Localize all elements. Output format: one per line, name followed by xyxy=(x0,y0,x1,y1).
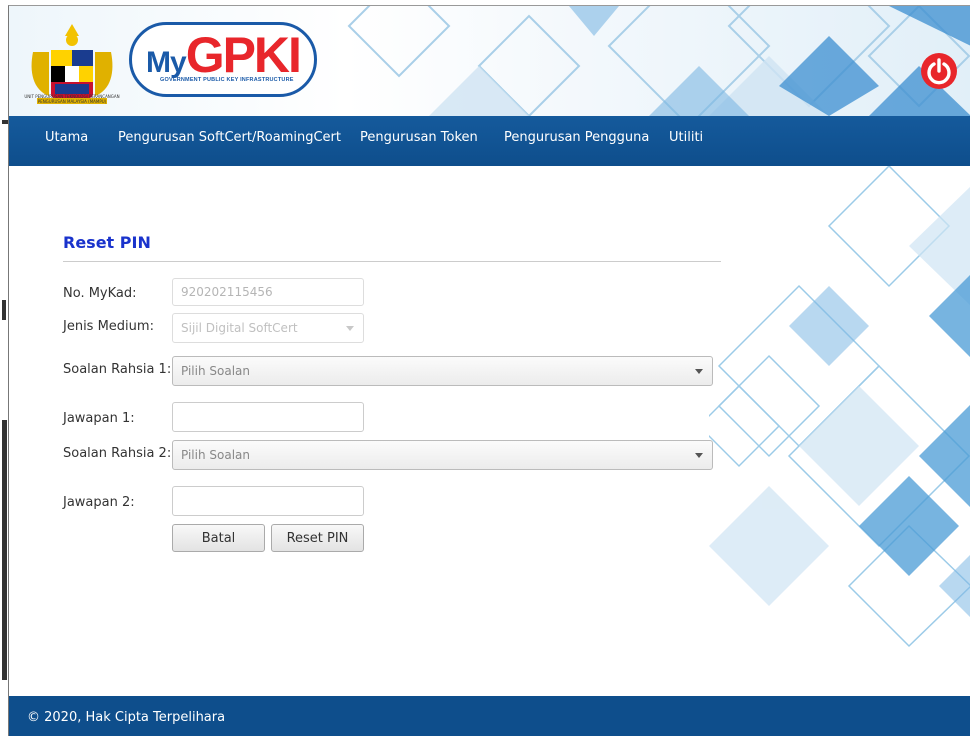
power-icon xyxy=(927,58,951,85)
soalan-rahsia-2-select[interactable]: Pilih Soalan xyxy=(172,440,713,470)
logo-brand: GPKI xyxy=(185,27,302,83)
edge-mark xyxy=(2,420,7,680)
jawapan-2-input[interactable] xyxy=(172,486,364,516)
main-navbar: Utama Pengurusan SoftCert/RoamingCert Pe… xyxy=(9,116,970,166)
nav-item-utiliti[interactable]: Utiliti xyxy=(669,116,703,166)
logo-subtitle: GOVERNMENT PUBLIC KEY INFRASTRUCTURE xyxy=(160,77,294,83)
jawapan-1-input[interactable] xyxy=(172,402,364,432)
crest-caption: UNIT PENGURUSAN TEKNOLOGI PERANCANGAN PE… xyxy=(24,94,120,104)
nav-item-pengurusan-pengguna[interactable]: Pengurusan Pengguna xyxy=(504,116,649,166)
soalan-rahsia-2-value: Pilih Soalan xyxy=(181,448,250,462)
jawapan-2-label: Jawapan 2: xyxy=(63,495,135,510)
reset-pin-button[interactable]: Reset PIN xyxy=(271,524,364,552)
chevron-down-icon xyxy=(695,369,703,374)
edge-mark xyxy=(2,300,6,320)
mygpki-logo: MyGPKI GOVERNMENT PUBLIC KEY INFRASTRUCT… xyxy=(129,22,317,97)
soalan-rahsia-1-value: Pilih Soalan xyxy=(181,364,250,378)
soalan-rahsia-1-select[interactable]: Pilih Soalan xyxy=(172,356,713,386)
header-banner: UNIT PENGURUSAN TEKNOLOGI PERANCANGAN PE… xyxy=(9,6,970,116)
mykad-field[interactable] xyxy=(172,278,364,306)
jenis-medium-label: Jenis Medium: xyxy=(63,319,154,334)
page-title: Reset PIN xyxy=(63,233,151,252)
jenis-medium-value: Sijil Digital SoftCert xyxy=(181,321,298,335)
logo-prefix: My xyxy=(146,46,187,79)
soalan-rahsia-2-label: Soalan Rahsia 2: xyxy=(63,446,172,461)
soalan-rahsia-1-label: Soalan Rahsia 1: xyxy=(63,362,172,377)
left-edge-strip xyxy=(0,0,8,735)
content-decoration xyxy=(709,166,970,648)
jenis-medium-select[interactable]: Sijil Digital SoftCert xyxy=(172,313,364,343)
title-divider xyxy=(63,261,721,262)
nav-item-pengurusan-softcert[interactable]: Pengurusan SoftCert/RoamingCert xyxy=(118,116,341,166)
footer: © 2020, Hak Cipta Terpelihara xyxy=(9,696,970,736)
batal-button[interactable]: Batal xyxy=(172,524,265,552)
nav-item-pengurusan-token[interactable]: Pengurusan Token xyxy=(360,116,478,166)
chevron-down-icon xyxy=(695,453,703,458)
chevron-down-icon xyxy=(346,326,354,331)
logout-button[interactable] xyxy=(921,53,957,89)
copyright-text: © 2020, Hak Cipta Terpelihara xyxy=(27,710,226,725)
mykad-label: No. MyKad: xyxy=(63,286,137,301)
app-window: UNIT PENGURUSAN TEKNOLOGI PERANCANGAN PE… xyxy=(8,5,970,736)
nav-item-utama[interactable]: Utama xyxy=(45,116,88,166)
jawapan-1-label: Jawapan 1: xyxy=(63,411,135,426)
